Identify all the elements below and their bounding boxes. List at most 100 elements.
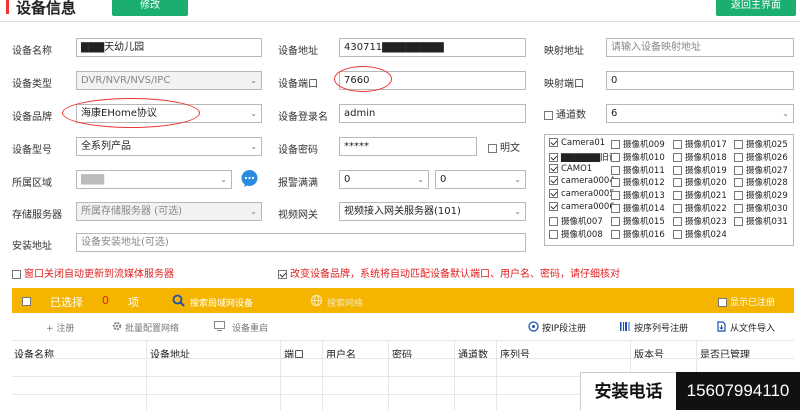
camera-item[interactable]: 摄像机011 (611, 164, 665, 176)
edit-button[interactable]: 修改 (112, 0, 188, 16)
camera-checkbox[interactable] (549, 152, 558, 162)
camera-checkbox[interactable] (734, 152, 743, 162)
camera-item[interactable]: 摄像机015 (611, 215, 665, 227)
camera-checkbox[interactable] (549, 216, 558, 226)
import-from-file-button[interactable]: 从文件导入 (730, 321, 775, 334)
monitor-icon[interactable] (214, 321, 225, 331)
install-address-input[interactable]: 设备安装地址(可选) (76, 233, 526, 252)
show-registered-toggle[interactable]: 显示已注册 (718, 295, 775, 308)
camera-item[interactable]: 摄像机018 (673, 151, 727, 163)
camera-checkbox[interactable] (734, 165, 743, 175)
camera-checkbox[interactable] (673, 178, 682, 188)
camera-checkbox[interactable] (611, 191, 620, 201)
camera-checkbox[interactable] (734, 191, 743, 201)
chat-bubble-icon[interactable] (240, 169, 259, 188)
camera-checkbox[interactable] (673, 204, 682, 213)
camera-item[interactable]: 摄像机027 (734, 164, 788, 176)
channels-checkbox[interactable] (544, 110, 553, 120)
camera-item[interactable]: 摄像机028 (734, 176, 788, 188)
camera-item[interactable]: 摄像机029 (734, 189, 788, 201)
camera-item[interactable]: 摄像机025 (734, 138, 788, 150)
camera-item[interactable]: 摄像机026 (734, 151, 788, 163)
camera-item[interactable]: 摄像机024 (673, 228, 727, 240)
camera-checkbox[interactable] (673, 165, 682, 175)
storage-server-select[interactable]: 所属存储服务器 (可选) ⌄ (76, 202, 262, 221)
camera-item[interactable]: camera0006 (549, 202, 615, 212)
search-icon[interactable] (172, 294, 185, 307)
file-import-icon[interactable] (716, 321, 727, 332)
camera-checkbox[interactable] (611, 204, 620, 213)
login-name-input[interactable]: admin (339, 104, 526, 123)
camera-checkbox[interactable] (611, 152, 620, 162)
camera-item[interactable]: 摄像机013 (611, 189, 665, 201)
camera-checkbox[interactable] (673, 229, 682, 239)
search-lan-button[interactable]: 搜索局域网设备 (190, 296, 253, 309)
ip-register-icon[interactable] (528, 321, 539, 332)
camera-checkbox[interactable] (611, 216, 620, 226)
camera-item[interactable]: camera0005 (549, 189, 615, 199)
camera-checkbox[interactable] (611, 178, 620, 188)
camera-checkbox[interactable] (673, 140, 682, 149)
camera-item[interactable]: 摄像机008 (549, 228, 603, 240)
plaintext-checkbox[interactable] (488, 143, 497, 153)
show-registered-checkbox[interactable] (718, 298, 727, 307)
select-all-checkbox[interactable] (22, 296, 34, 307)
camera-item[interactable]: 摄像机009 (611, 138, 665, 150)
camera-checkbox[interactable] (611, 229, 620, 239)
channels-select[interactable]: 6 ⌄ (606, 104, 794, 123)
device-address-input[interactable]: 430711▇▇▇▇▇▇▇▇ (339, 38, 526, 57)
camera-checkbox[interactable] (734, 178, 743, 188)
model-select[interactable]: 全系列产品 ⌄ (76, 137, 262, 156)
map-address-input[interactable]: 请输入设备映射地址 (606, 38, 794, 57)
register-button[interactable]: + 注册 (46, 321, 74, 334)
back-to-main-button[interactable]: 返回主界面 (716, 0, 796, 16)
camera-item[interactable]: 摄像机020 (673, 176, 727, 188)
camera-item[interactable]: 摄像机021 (673, 189, 727, 201)
camera-item[interactable]: ▇▇▇▇▇▇旧诊 (549, 151, 617, 163)
auto-update-checkbox[interactable] (12, 269, 21, 279)
camera-item[interactable]: 摄像机017 (673, 138, 727, 150)
barcode-icon[interactable] (620, 321, 631, 332)
camera-checkbox[interactable] (611, 165, 620, 175)
camera-checkbox[interactable] (549, 189, 558, 199)
camera-checkbox[interactable] (734, 204, 743, 213)
camera-checkbox[interactable] (673, 216, 682, 226)
camera-item[interactable]: 摄像机016 (611, 228, 665, 240)
camera-item[interactable]: 摄像机012 (611, 176, 665, 188)
camera-checkbox[interactable] (549, 229, 558, 239)
camera-checkbox[interactable] (549, 163, 558, 173)
password-input[interactable]: ***** (339, 137, 477, 156)
alarm-select-2[interactable]: 0 ⌄ (435, 170, 526, 189)
auto-update-option[interactable]: 窗口关闭自动更新到流媒体服务器 (12, 265, 174, 280)
globe-icon[interactable] (310, 294, 323, 307)
camera-item[interactable]: 摄像机022 (673, 202, 727, 214)
camera-item[interactable]: 摄像机014 (611, 202, 665, 214)
camera-item[interactable]: camera0004 (549, 176, 615, 186)
camera-item[interactable]: CAMO1 (549, 163, 592, 174)
alarm-select-1[interactable]: 0 ⌄ (339, 170, 429, 189)
camera-item[interactable]: 摄像机030 (734, 202, 788, 214)
video-gateway-select[interactable]: 视频接入网关服务器(101) ⌄ (339, 202, 526, 221)
device-type-select[interactable]: DVR/NVR/NVS/IPC ⌄ (76, 71, 262, 90)
gear-icon[interactable] (112, 321, 122, 331)
camera-checkbox[interactable] (549, 176, 558, 186)
register-by-ip-button[interactable]: 按IP段注册 (542, 321, 586, 334)
search-network-button[interactable]: 搜索网络 (327, 296, 363, 309)
region-select[interactable]: ▇▇▇ ⌄ (76, 170, 232, 189)
camera-item[interactable]: 摄像机031 (734, 215, 788, 227)
camera-item[interactable]: 摄像机023 (673, 215, 727, 227)
plaintext-toggle[interactable]: 明文 (488, 139, 520, 154)
batch-config-network-button[interactable]: 批量配置网络 (125, 321, 179, 334)
device-name-input[interactable]: ▇▇▇天幼儿园 (76, 38, 262, 57)
map-port-input[interactable]: 0 (606, 71, 794, 90)
brand-change-checkbox[interactable] (278, 269, 287, 279)
camera-item[interactable]: 摄像机010 (611, 151, 665, 163)
camera-checkbox[interactable] (734, 140, 743, 149)
camera-item[interactable]: 摄像机007 (549, 215, 603, 227)
camera-checkbox[interactable] (611, 140, 620, 149)
camera-checkbox[interactable] (673, 191, 682, 201)
camera-checkbox[interactable] (673, 152, 682, 162)
camera-checkbox[interactable] (734, 216, 743, 226)
register-by-serial-button[interactable]: 按序列号注册 (634, 321, 688, 334)
camera-checkbox[interactable] (549, 138, 558, 147)
